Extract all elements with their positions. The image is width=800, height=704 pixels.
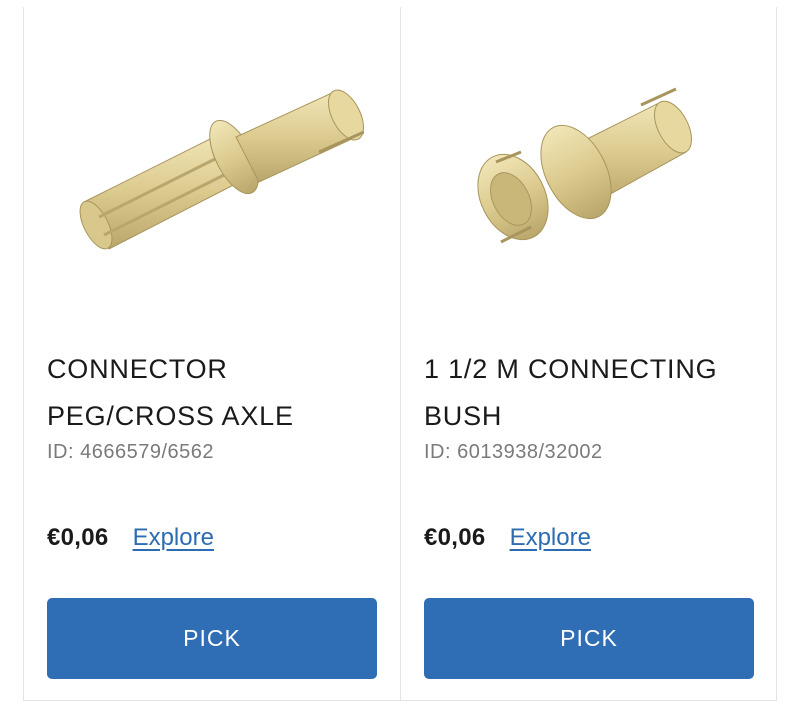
product-card-connector-peg: CONNECTOR PEG/CROSS AXLE ID: 4666579/656… [24, 7, 400, 700]
product-card-connecting-bush: 1 1/2 M CONNECTING BUSH ID: 6013938/3200… [400, 7, 776, 700]
explore-link[interactable]: Explore [510, 524, 591, 552]
product-image-connector-peg[interactable] [24, 7, 400, 307]
product-title-line1: 1 1/2 M CONNECTING [424, 354, 718, 384]
product-title-line1: CONNECTOR [47, 354, 228, 384]
product-id: ID: 6013938/32002 [424, 441, 603, 463]
pick-button[interactable]: PICK [47, 598, 377, 679]
product-price: €0,06 [424, 524, 486, 551]
connector-peg-illustration [79, 89, 364, 250]
product-grid: CONNECTOR PEG/CROSS AXLE ID: 4666579/656… [23, 7, 777, 701]
price-row: €0,06 Explore [47, 524, 214, 552]
product-price: €0,06 [47, 524, 109, 551]
product-id: ID: 4666579/6562 [47, 441, 215, 463]
product-title: 1 1/2 M CONNECTING BUSH [424, 346, 744, 440]
pick-button[interactable]: PICK [424, 598, 754, 679]
product-image-connecting-bush[interactable] [401, 7, 776, 307]
connecting-bush-illustration [477, 87, 692, 244]
explore-link[interactable]: Explore [133, 524, 214, 552]
price-row: €0,06 Explore [424, 524, 591, 552]
product-title-line2: PEG/CROSS AXLE [47, 401, 294, 431]
product-title-line2: BUSH [424, 401, 503, 431]
product-title: CONNECTOR PEG/CROSS AXLE [47, 346, 367, 440]
